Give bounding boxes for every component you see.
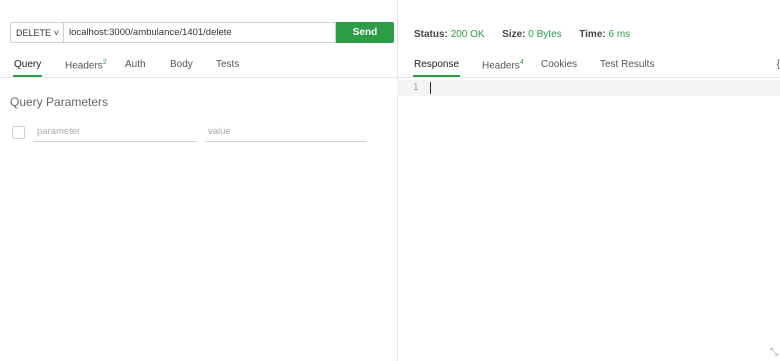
more-options-glyph[interactable]: {: [777, 59, 780, 70]
resize-corner-icon[interactable]: ⤡: [770, 347, 778, 358]
request-panel: DELETE ˅ localhost:3000/ambulance/1401/d…: [0, 0, 397, 361]
param-enable-checkbox[interactable]: [12, 126, 25, 139]
parameter-input[interactable]: parameter: [33, 124, 197, 142]
text-cursor: [430, 82, 431, 94]
value-input[interactable]: value: [205, 124, 367, 142]
tab-response-headers-label: Headers: [482, 60, 520, 72]
tab-response-headers[interactable]: Headers4: [482, 59, 524, 71]
request-tabs: Query Headers2 Auth Body Tests: [0, 55, 397, 78]
method-value: DELETE: [16, 28, 52, 38]
line-number: 1: [413, 83, 419, 93]
tab-test-results-label: Test Results: [600, 59, 655, 70]
tab-response-label: Response: [414, 59, 460, 70]
response-tabs: Response Headers4 Cookies Test Results {: [397, 55, 780, 78]
tab-query-label: Query: [14, 59, 42, 70]
size-label: Size:: [502, 29, 526, 40]
response-body-editor[interactable]: 1: [397, 80, 780, 96]
tab-response[interactable]: Response: [412, 59, 461, 77]
tab-tests-label: Tests: [216, 59, 240, 70]
url-input[interactable]: localhost:3000/ambulance/1401/delete: [64, 22, 336, 43]
tab-body[interactable]: Body: [170, 59, 193, 70]
tab-auth[interactable]: Auth: [125, 59, 146, 70]
request-bar: DELETE ˅ localhost:3000/ambulance/1401/d…: [10, 22, 394, 45]
status-value: 200 OK: [450, 29, 485, 40]
tab-cookies-label: Cookies: [541, 59, 578, 70]
method-select[interactable]: DELETE ˅: [10, 22, 64, 43]
response-panel: Status: 200 OK Size: 0 Bytes Time: 6 ms …: [397, 0, 780, 361]
tab-auth-label: Auth: [125, 59, 146, 70]
time-value: 6 ms: [608, 29, 631, 40]
chevron-down-icon: ˅: [53, 28, 59, 38]
tab-query[interactable]: Query: [12, 59, 43, 77]
tab-body-label: Body: [170, 59, 193, 70]
time-label: Time:: [579, 29, 606, 40]
tab-headers[interactable]: Headers2: [65, 59, 107, 71]
response-headers-count-badge: 4: [519, 59, 524, 66]
size-value: 0 Bytes: [528, 29, 562, 40]
tab-headers-label: Headers: [65, 60, 103, 72]
send-button[interactable]: Send: [336, 22, 394, 43]
response-status-line: Status: 200 OK Size: 0 Bytes Time: 6 ms: [414, 29, 630, 40]
query-param-row: parameter value: [10, 124, 370, 144]
tab-tests[interactable]: Tests: [216, 59, 239, 70]
tab-cookies[interactable]: Cookies: [541, 59, 577, 70]
query-parameters-title: Query Parameters: [10, 95, 109, 109]
tab-test-results[interactable]: Test Results: [600, 59, 654, 70]
status-label: Status:: [414, 29, 448, 40]
headers-count-badge: 2: [102, 59, 107, 66]
